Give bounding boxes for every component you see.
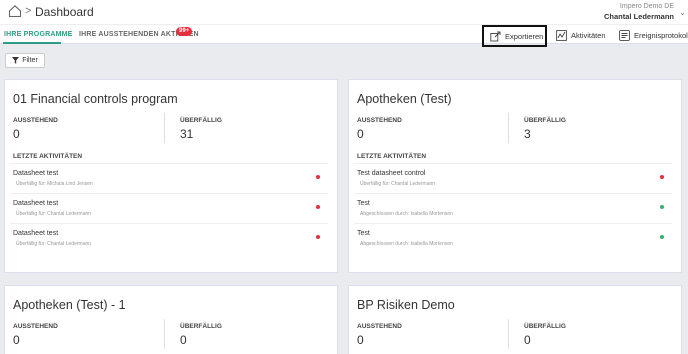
tab-programs[interactable]: IHRE PROGRAMME [4,31,73,38]
activity-title: Test datasheet control [357,170,426,177]
activity-subtitle: Überfällig für: Chantal Ledermann [360,181,436,187]
stat-divider [164,113,165,143]
pending-label: AUSSTEHEND [357,323,402,330]
activity-subtitle: Überfällig für: Michala Lind Jensen [16,181,93,187]
activities-button[interactable]: Aktivitäten [556,27,606,43]
overdue-value: 0 [524,333,531,347]
tab-bar: IHRE PROGRAMME IHRE AUSSTEHENDEN AKTIONE… [0,24,688,47]
activity-title: Datasheet test [13,170,59,177]
export-button[interactable]: Exportieren [482,25,547,47]
recent-activities-label: LETZTE AKTIVITÄTEN [357,153,427,160]
stat-divider [508,113,509,143]
activity-row[interactable]: Test datasheet control Überfällig für: C… [354,163,672,193]
activity-row[interactable]: Datasheet test Überfällig für: Michala L… [10,163,328,193]
activity-subtitle: Überfällig für: Chantal Ledermann [16,211,92,217]
overdue-label: ÜBERFÄLLIG [180,117,222,124]
filter-button[interactable]: Filter [5,53,45,68]
pending-count-badge: 99+ [176,27,193,36]
activity-subtitle: Überfällig für: Chantal Ledermann [16,241,92,247]
activity-subtitle: Abgeschlossen durch: Isabella Mortensen [360,211,453,217]
chevron-down-icon[interactable]: ⌄ [679,8,686,17]
card-title: Apotheken (Test) - 1 [13,298,126,312]
status-dot-overdue [316,235,320,239]
pending-label: AUSSTEHEND [357,117,402,124]
overdue-value: 31 [180,127,194,141]
user-menu[interactable]: Impero Demo DE Chantal Ledermann [604,2,674,22]
overdue-label: ÜBERFÄLLIG [180,323,222,330]
card-title: 01 Financial controls program [13,92,178,106]
home-icon[interactable] [8,4,22,18]
pending-label: AUSSTEHEND [13,323,58,330]
card-title: Apotheken (Test) [357,92,452,106]
status-dot-overdue [660,175,664,179]
activity-row[interactable]: Test Abgeschlossen durch: Isabella Morte… [354,193,672,223]
activity-row[interactable]: Datasheet test Überfällig für: Chantal L… [10,193,328,223]
overdue-value: 3 [524,127,531,141]
filter-icon [12,57,20,64]
overdue-label: ÜBERFÄLLIG [524,117,566,124]
program-card[interactable]: BP Risiken Demo AUSSTEHEND 0 ÜBERFÄLLIG … [348,285,682,354]
org-name: Impero Demo DE [619,3,674,10]
export-icon [490,31,501,41]
recent-activities-label: LETZTE AKTIVITÄTEN [13,153,83,160]
stat-divider [164,319,165,349]
activity-title: Test [357,200,370,207]
activities-label: Aktivitäten [571,30,606,40]
stat-divider [508,319,509,349]
activity-row[interactable]: Test Abgeschlossen durch: Isabella Morte… [354,223,672,253]
filter-label: Filter [22,57,38,64]
pending-value: 0 [13,333,20,347]
pending-label: AUSSTEHEND [13,117,58,124]
activity-title: Datasheet test [13,230,59,237]
activity-row[interactable]: Datasheet test Überfällig für: Chantal L… [10,223,328,253]
active-tab-indicator [3,42,61,44]
pending-value: 0 [13,127,20,141]
export-label: Exportieren [505,31,544,41]
program-card[interactable]: Apotheken (Test) AUSSTEHEND 0 ÜBERFÄLLIG… [348,79,682,273]
pending-value: 0 [357,333,364,347]
status-dot-completed [660,235,664,239]
pending-value: 0 [357,127,364,141]
event-log-icon [619,29,630,41]
program-card[interactable]: Apotheken (Test) - 1 AUSSTEHEND 0 ÜBERFÄ… [4,285,338,354]
activity-title: Test [357,230,370,237]
page-title: Dashboard [35,5,94,19]
user-name: Chantal Ledermann [603,12,674,21]
program-card[interactable]: 01 Financial controls program AUSSTEHEND… [4,79,338,273]
status-dot-overdue [316,175,320,179]
activity-chart-icon [556,29,567,41]
top-header: > Dashboard Impero Demo DE Chantal Leder… [0,0,688,24]
card-title: BP Risiken Demo [357,298,455,312]
chevron-right-icon: > [25,5,32,17]
status-dot-completed [660,205,664,209]
overdue-label: ÜBERFÄLLIG [524,323,566,330]
overdue-value: 0 [180,333,187,347]
activity-subtitle: Abgeschlossen durch: Isabella Mortensen [360,241,453,247]
status-dot-overdue [316,205,320,209]
event-log-button[interactable]: Ereignisprotokoll [619,27,688,43]
event-log-label: Ereignisprotokoll [634,30,688,40]
activity-title: Datasheet test [13,200,59,207]
